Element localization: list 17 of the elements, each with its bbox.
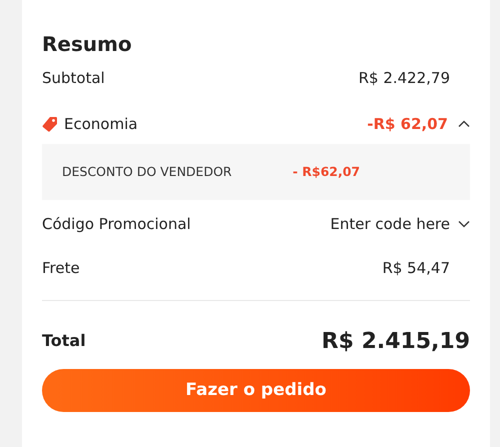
shipping-value: R$ 54,47 [382, 258, 450, 279]
promo-code-field[interactable]: Enter code here [300, 212, 470, 236]
subtotal-label: Subtotal [42, 68, 105, 89]
total-label: Total [42, 330, 86, 352]
savings-label: Economia [64, 114, 138, 135]
total-value: R$ 2.415,19 [322, 328, 470, 356]
chevron-icon[interactable] [458, 120, 470, 128]
chevron-down-icon [458, 220, 470, 228]
discount-value: - R$62,07 [292, 162, 360, 181]
place-order-button[interactable]: Fazer o pedido [42, 369, 470, 412]
promo-label: Código Promocional [42, 214, 191, 235]
summary-title: Resumo [42, 31, 133, 58]
tag-icon [42, 116, 58, 132]
shipping-label: Frete [42, 258, 80, 279]
savings-value: -R$ 62,07 [367, 114, 448, 135]
subtotal-value: R$ 2.422,79 [358, 68, 450, 89]
discount-label: DESCONTO DO VENDEDOR [62, 162, 232, 181]
